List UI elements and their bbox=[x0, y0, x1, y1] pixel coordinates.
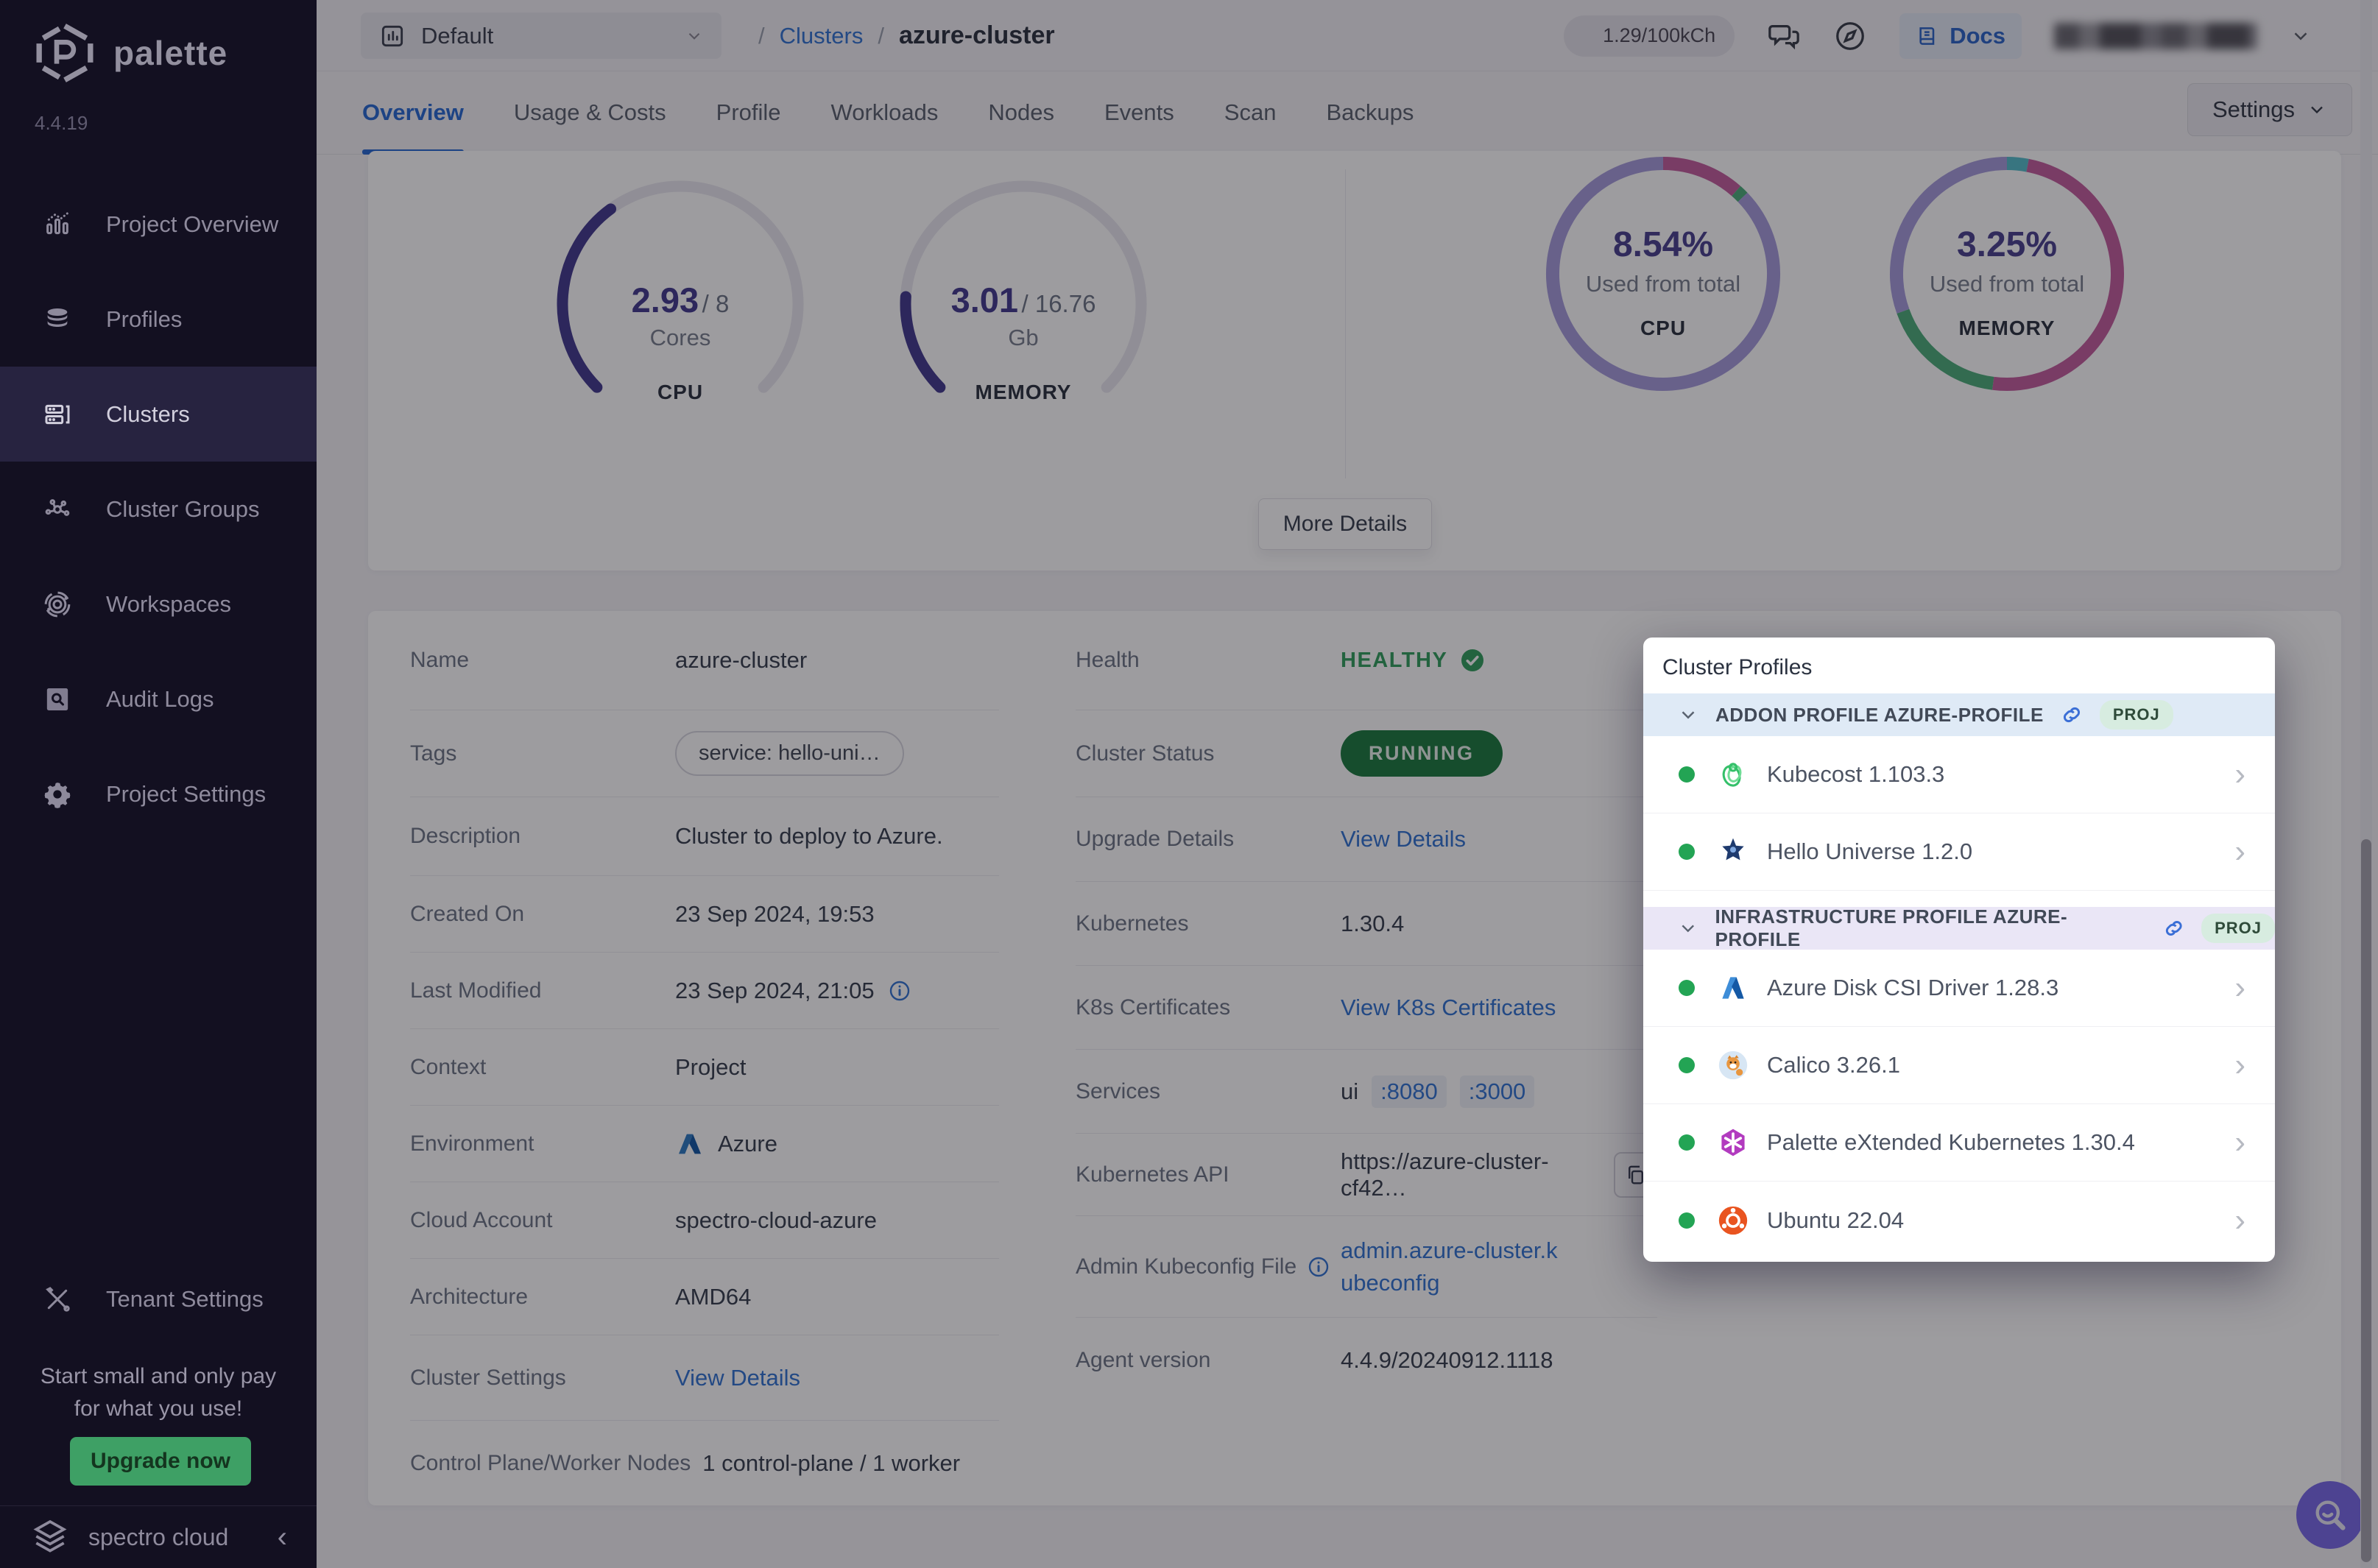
palette-app: palette 4.4.19 Project Overview Profiles… bbox=[0, 0, 2378, 1568]
profile-layer-hello-universe[interactable]: Hello Universe 1.2.0 › bbox=[1643, 813, 2275, 891]
sidebar-item-label: Clusters bbox=[106, 401, 190, 428]
sidebar-item-label: Cluster Groups bbox=[106, 496, 259, 523]
sidebar: palette 4.4.19 Project Overview Profiles… bbox=[0, 0, 317, 1568]
calico-icon bbox=[1715, 1048, 1751, 1083]
link-icon bbox=[2162, 917, 2185, 940]
palette-logo: palette bbox=[32, 21, 227, 85]
collapse-sidebar-icon[interactable]: ‹ bbox=[278, 1521, 287, 1554]
network-icon bbox=[43, 495, 72, 524]
audit-log-icon bbox=[43, 685, 72, 714]
sidebar-item-audit-logs[interactable]: Audit Logs bbox=[0, 651, 317, 746]
layers-icon bbox=[43, 305, 72, 334]
chevron-right-icon: › bbox=[2234, 836, 2245, 868]
sidebar-item-tenant-settings[interactable]: Tenant Settings bbox=[0, 1251, 317, 1346]
scope-badge: PROJ bbox=[2100, 700, 2173, 730]
status-dot bbox=[1679, 844, 1695, 860]
sidebar-item-project-overview[interactable]: Project Overview bbox=[0, 177, 317, 272]
ubuntu-icon bbox=[1715, 1203, 1751, 1238]
status-dot bbox=[1679, 1134, 1695, 1151]
status-dot bbox=[1679, 980, 1695, 996]
status-dot bbox=[1679, 1057, 1695, 1073]
orbit-icon bbox=[43, 590, 72, 619]
sidebar-item-profiles[interactable]: Profiles bbox=[0, 272, 317, 367]
sidebar-tenant-group: Tenant Settings bbox=[0, 1251, 317, 1346]
popup-title: Cluster Profiles bbox=[1643, 638, 2275, 693]
gear-icon bbox=[43, 780, 72, 809]
chevron-down-icon bbox=[1677, 704, 1699, 726]
clusters-icon bbox=[43, 400, 72, 429]
upgrade-now-button[interactable]: Upgrade now bbox=[70, 1437, 251, 1486]
chevron-right-icon: › bbox=[2234, 1204, 2245, 1237]
sidebar-item-label: Profiles bbox=[106, 306, 182, 333]
chevron-right-icon: › bbox=[2234, 972, 2245, 1004]
profile-layer-azure-disk[interactable]: Azure Disk CSI Driver 1.28.3 › bbox=[1643, 950, 2275, 1027]
bar-chart-icon bbox=[43, 210, 72, 239]
addon-profile-header[interactable]: ADDON PROFILE AZURE-PROFILE PROJ bbox=[1643, 693, 2275, 736]
sidebar-item-project-settings[interactable]: Project Settings bbox=[0, 746, 317, 841]
profile-layer-calico[interactable]: Calico 3.26.1 › bbox=[1643, 1027, 2275, 1104]
palette-kubernetes-icon bbox=[1715, 1125, 1751, 1160]
spectro-cloud-logo-icon bbox=[29, 1516, 71, 1558]
tools-icon bbox=[43, 1285, 72, 1314]
spectro-cloud-wordmark: spectro cloud bbox=[88, 1524, 228, 1551]
infrastructure-profile-header[interactable]: INFRASTRUCTURE PROFILE AZURE-PROFILE PRO… bbox=[1643, 907, 2275, 950]
chevron-right-icon: › bbox=[2234, 1126, 2245, 1159]
hello-universe-icon bbox=[1715, 834, 1751, 869]
profile-layer-kubecost[interactable]: Kubecost 1.103.3 › bbox=[1643, 736, 2275, 813]
sidebar-item-label: Audit Logs bbox=[106, 686, 214, 713]
sidebar-item-workspaces[interactable]: Workspaces bbox=[0, 557, 317, 651]
sidebar-item-clusters[interactable]: Clusters bbox=[0, 367, 317, 462]
sidebar-footer: spectro cloud ‹ bbox=[0, 1505, 317, 1568]
status-dot bbox=[1679, 1212, 1695, 1229]
sidebar-item-label: Workspaces bbox=[106, 591, 231, 618]
sidebar-item-label: Project Overview bbox=[106, 211, 278, 238]
sidebar-nav: Project Overview Profiles Clusters Clust… bbox=[0, 177, 317, 841]
scope-badge: PROJ bbox=[2201, 914, 2275, 943]
sidebar-item-label: Project Settings bbox=[106, 781, 266, 808]
chevron-down-icon bbox=[1677, 917, 1699, 939]
profile-layer-pxk[interactable]: Palette eXtended Kubernetes 1.30.4 › bbox=[1643, 1104, 2275, 1182]
cluster-profiles-popup: Cluster Profiles ADDON PROFILE AZURE-PRO… bbox=[1643, 638, 2275, 1262]
chevron-right-icon: › bbox=[2234, 1049, 2245, 1081]
sidebar-item-cluster-groups[interactable]: Cluster Groups bbox=[0, 462, 317, 557]
profile-layer-ubuntu[interactable]: Ubuntu 22.04 › bbox=[1643, 1182, 2275, 1259]
link-icon bbox=[2060, 703, 2084, 727]
logo-wordmark: palette bbox=[113, 33, 227, 73]
status-dot bbox=[1679, 766, 1695, 783]
kubecost-icon bbox=[1715, 757, 1751, 792]
palette-logo-icon bbox=[32, 21, 97, 85]
chevron-right-icon: › bbox=[2234, 758, 2245, 791]
app-version: 4.4.19 bbox=[35, 112, 88, 135]
main-area: Default / Clusters / azure-cluster 1.29/… bbox=[317, 0, 2378, 1568]
azure-disk-icon bbox=[1715, 970, 1751, 1006]
upgrade-promo-text: Start small and only pay for what you us… bbox=[0, 1360, 317, 1425]
sidebar-item-label: Tenant Settings bbox=[106, 1286, 264, 1313]
